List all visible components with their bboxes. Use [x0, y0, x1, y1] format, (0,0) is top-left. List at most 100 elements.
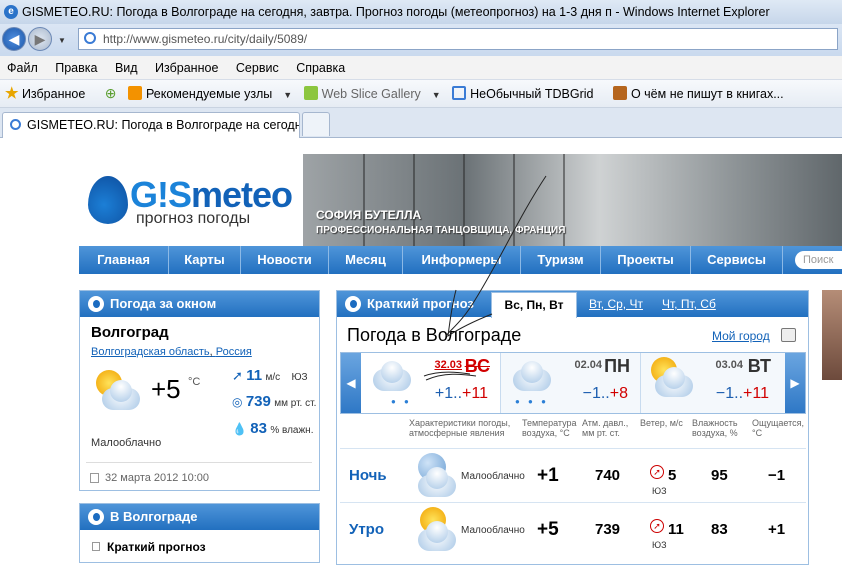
short-forecast-link[interactable]: Краткий прогноз: [107, 540, 206, 554]
suggested-sites-icon: [128, 86, 142, 100]
col-wind: Ветер, м/с: [640, 418, 683, 428]
new-tab-button[interactable]: [302, 112, 330, 136]
night-cloud-icon: [410, 451, 462, 499]
col-feels-like: Ощущается, °C: [752, 418, 805, 438]
day-card-mon[interactable]: ● ● ● 02.04 ПН −1..+8: [501, 353, 641, 413]
wind-direction-icon: ➚: [650, 519, 664, 533]
favorites-bar: ★ Избранное ⊕ Рекомендуемые узлы ▼ Web Sl…: [0, 80, 842, 108]
address-toolbar: ◀ ▶ ▼ http://www.gismeteo.ru/city/daily/…: [0, 24, 842, 56]
add-favorite-icon[interactable]: ⊕: [105, 80, 117, 106]
window-title: GISMETEO.RU: Погода в Волгограде на сего…: [22, 5, 770, 19]
forecast-column-headers: Характеристики погоды, атмосферные явлен…: [340, 418, 806, 448]
humidity-info: 💧 83 % влажн.: [232, 420, 314, 437]
observation-date: 32 марта 2012 10:00: [105, 472, 209, 484]
chevron-down-icon: ▼: [431, 90, 441, 100]
tab-thu-fri-sat[interactable]: Чт, Пт, Сб: [662, 297, 716, 311]
my-city-link[interactable]: Мой город: [712, 329, 770, 343]
menu-favorites[interactable]: Избранное: [148, 56, 225, 80]
col-pressure: Атм. давл., мм рт. ст.: [582, 418, 629, 438]
cloud-icon: [507, 361, 555, 391]
nav-home[interactable]: Главная: [79, 246, 169, 274]
forecast-row-night: Ночь Малооблачно +1 740 ➚ 5 ЮЗ 95 −1: [340, 448, 806, 502]
banner-title: СОФИЯ БУТЕЛЛА: [316, 208, 422, 222]
forward-button[interactable]: ▶: [28, 27, 52, 51]
address-input[interactable]: http://www.gismeteo.ru/city/daily/5089/: [78, 28, 838, 50]
current-condition: Малооблачно: [91, 437, 162, 449]
fav-item-books[interactable]: О чём не пишут в книгах...: [612, 81, 792, 107]
local-panel: В Волгограде: [79, 503, 320, 563]
chevron-down-icon: ▼: [283, 90, 293, 100]
favorites-button[interactable]: ★ Избранное: [5, 81, 93, 107]
local-panel-header: В Волгограде: [80, 504, 319, 530]
menu-file[interactable]: Файл: [0, 56, 45, 80]
morning-weather-icon: [410, 505, 462, 553]
site-nav: Главная Карты Новости Месяц Информеры Туризм П…: [79, 246, 842, 274]
forecast-title: Погода в Волгограде: [347, 325, 522, 345]
gismeteo-icon: [88, 509, 104, 525]
menu-help[interactable]: Справка: [289, 56, 352, 80]
web-slice-icon: [303, 86, 318, 100]
tab-active[interactable]: GISMETEO.RU: Погода в Волгограде на сего…: [2, 112, 300, 138]
tab-title: GISMETEO.RU: Погода в Волгограде на сего…: [27, 118, 300, 132]
forecast-row-morning: Утро Малооблачно +5 739 ➚ 11 ЮЗ 83 +1: [340, 502, 806, 556]
region-link[interactable]: Волгоградская область, Россия: [91, 346, 252, 358]
banner-subtitle: ПРОФЕССИОНАЛЬНАЯ ТАНЦОВЩИЦА, ФРАНЦИЯ: [316, 225, 566, 236]
back-button[interactable]: ◀: [2, 27, 26, 51]
rain-icon: ● ●: [391, 397, 412, 406]
page-icon: [84, 32, 96, 44]
calendar-icon: [90, 473, 99, 483]
menu-edit[interactable]: Правка: [48, 56, 104, 80]
tab-sun-mon-tue[interactable]: Вс, Пн, Вт: [491, 292, 577, 318]
star-icon: ★: [5, 85, 19, 102]
fav-item-web-slice-gallery[interactable]: Web Slice Gallery ▼: [303, 81, 441, 107]
gismeteo-icon: [345, 296, 361, 312]
wind-info: ➚ 11 м/с ЮЗ: [232, 367, 308, 384]
current-temperature: +5: [151, 374, 181, 404]
wind-arrow-icon: ➚: [232, 368, 243, 383]
now-panel-header: Погода за окном: [80, 291, 319, 317]
print-icon[interactable]: [781, 328, 796, 342]
nav-maps[interactable]: Карты: [169, 246, 241, 274]
barometer-icon: ◎: [232, 395, 243, 409]
cloud-icon: [96, 380, 144, 410]
nav-projects[interactable]: Проекты: [601, 246, 691, 274]
day-strip: ◀ ● ● 32.03 ВС +1..+11 ● ● ● 02.04 ПН −1…: [340, 352, 806, 414]
wind-direction-icon: ➚: [650, 465, 664, 479]
cloud-icon: [367, 361, 415, 391]
day-card-sun[interactable]: ● ● 32.03 ВС +1..+11: [361, 353, 501, 413]
gismeteo-icon: [88, 296, 104, 312]
menu-tools[interactable]: Сервис: [229, 56, 286, 80]
side-banner[interactable]: [822, 290, 842, 380]
col-humidity: Влажность воздуха, %: [692, 418, 738, 438]
nav-news[interactable]: Новости: [241, 246, 329, 274]
bullet-icon: [92, 542, 100, 551]
city-name: Волгоград: [91, 324, 169, 341]
col-conditions: Характеристики погоды, атмосферные явлен…: [409, 418, 511, 438]
page-icon: [452, 86, 467, 100]
tab-bar: GISMETEO.RU: Погода в Волгограде на сего…: [0, 108, 842, 138]
search-input[interactable]: Поиск: [795, 251, 842, 269]
address-url: http://www.gismeteo.ru/city/daily/5089/: [103, 32, 308, 46]
page-icon: [10, 119, 21, 130]
tab-tue-wed-thu[interactable]: Вт, Ср, Чт: [589, 297, 643, 311]
rain-icon: ● ● ●: [515, 397, 549, 406]
prev-arrow-button[interactable]: ◀: [341, 353, 361, 413]
temperature-unit: °C: [188, 376, 201, 388]
nav-informers[interactable]: Информеры: [403, 246, 521, 274]
next-arrow-button[interactable]: ▶: [785, 353, 805, 413]
water-drop-icon: 💧: [232, 422, 247, 436]
window-title-bar: e GISMETEO.RU: Погода в Волгограде на се…: [0, 0, 842, 24]
site-icon: [612, 86, 627, 100]
menu-bar: Файл Правка Вид Избранное Сервис Справка: [0, 56, 842, 80]
fav-item-tdbgrid[interactable]: НеОбычный TDBGrid: [452, 81, 601, 107]
history-dropdown-icon[interactable]: ▼: [58, 36, 66, 45]
now-weather-icon: [92, 368, 144, 412]
menu-view[interactable]: Вид: [108, 56, 145, 80]
nav-services[interactable]: Сервисы: [691, 246, 783, 274]
nav-month[interactable]: Месяц: [329, 246, 403, 274]
nav-tourism[interactable]: Туризм: [521, 246, 601, 274]
cloud-icon: [649, 367, 697, 397]
fav-item-suggested-sites[interactable]: Рекомендуемые узлы ▼: [128, 81, 293, 107]
day-card-tue[interactable]: 03.04 ВТ −1..+11: [641, 353, 781, 413]
pressure-info: ◎ 739 мм рт. ст.: [232, 393, 317, 410]
